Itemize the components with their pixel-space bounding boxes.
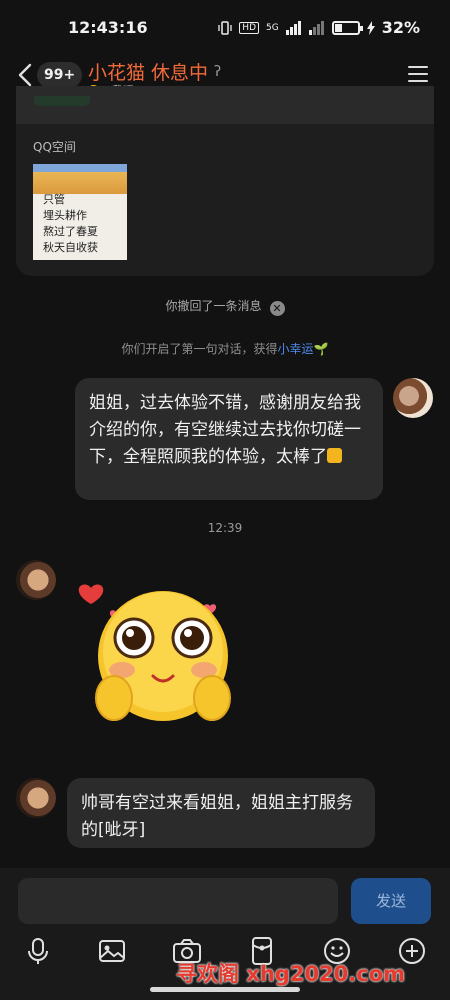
image-icon[interactable] [95,934,129,968]
home-indicator[interactable] [150,987,300,992]
timestamp: 12:39 [207,521,243,535]
message-bubble-incoming[interactable]: 帅哥有空过来看姐姐，姐姐主打服务的[呲牙] [67,778,375,848]
contact-name: 小花猫 休息中 [88,62,209,84]
contact-title[interactable]: 小花猫 休息中 ʔ [88,58,221,85]
hd-label: HD [239,21,259,34]
send-button[interactable]: 发送 [351,878,431,924]
close-icon[interactable]: ✕ [269,301,285,316]
thumbnail-text: 只管 埋头耕作 熬过了春夏 秋天自收获 [43,193,98,254]
microphone-icon[interactable] [21,934,55,968]
battery-percent: 32% [381,18,420,37]
vibrate-icon [218,20,232,35]
qzone-label: QQ空间 [33,140,76,154]
thumbs-up-icon [327,448,342,463]
first-chat-notice: 你们开启了第一句对话，获得小幸运🌱 [0,340,450,357]
watermark: 寻欢阁 xhg2020.com [176,962,406,986]
recalled-notice: 你撤回了一条消息 ✕ [0,297,450,316]
blushing-face-icon [78,584,231,721]
lucky-link[interactable]: 小幸运 [278,342,314,356]
status-time: 12:43:16 [68,18,148,37]
first-chat-text: 你们开启了第一句对话，获得 [121,342,278,356]
sprout-icon: 🌱 [313,342,329,356]
status-bar: 12:43:16 HD 5G 32% [0,0,450,56]
qzone-thumbnail[interactable]: 只管 埋头耕作 熬过了春夏 秋天自收获 [33,164,127,260]
network-label: 5G [266,22,279,33]
menu-icon[interactable] [408,66,428,82]
message-bubble-outgoing[interactable]: 姐姐，过去体验不错，感谢朋友给我介绍的你，有空继续过去找你切磋一下，全程照顾我的… [75,378,383,500]
message-text: 帅哥有空过来看姐姐，姐姐主打服务的[呲牙] [81,793,353,840]
ear-icon: ʔ [214,63,222,80]
recalled-text: 你撤回了一条消息 [165,299,262,313]
contact-avatar[interactable] [16,560,56,600]
contact-avatar[interactable] [16,778,56,818]
tag-chip [34,96,90,106]
signal-icon [285,20,301,35]
status-icons: HD 5G 32% [218,18,420,37]
signal-icon-2 [308,20,324,35]
battery-icon [331,20,363,35]
my-avatar[interactable] [393,378,433,418]
message-input[interactable] [18,878,338,924]
thumbnail-sky [33,164,127,172]
message-text: 姐姐，过去体验不错，感谢朋友给我介绍的你，有空继续过去找你切磋一下，全程照顾我的… [89,393,361,467]
charging-icon [366,20,375,35]
sticker-emoji[interactable] [76,570,236,730]
unread-badge[interactable]: 99+ [37,62,83,88]
